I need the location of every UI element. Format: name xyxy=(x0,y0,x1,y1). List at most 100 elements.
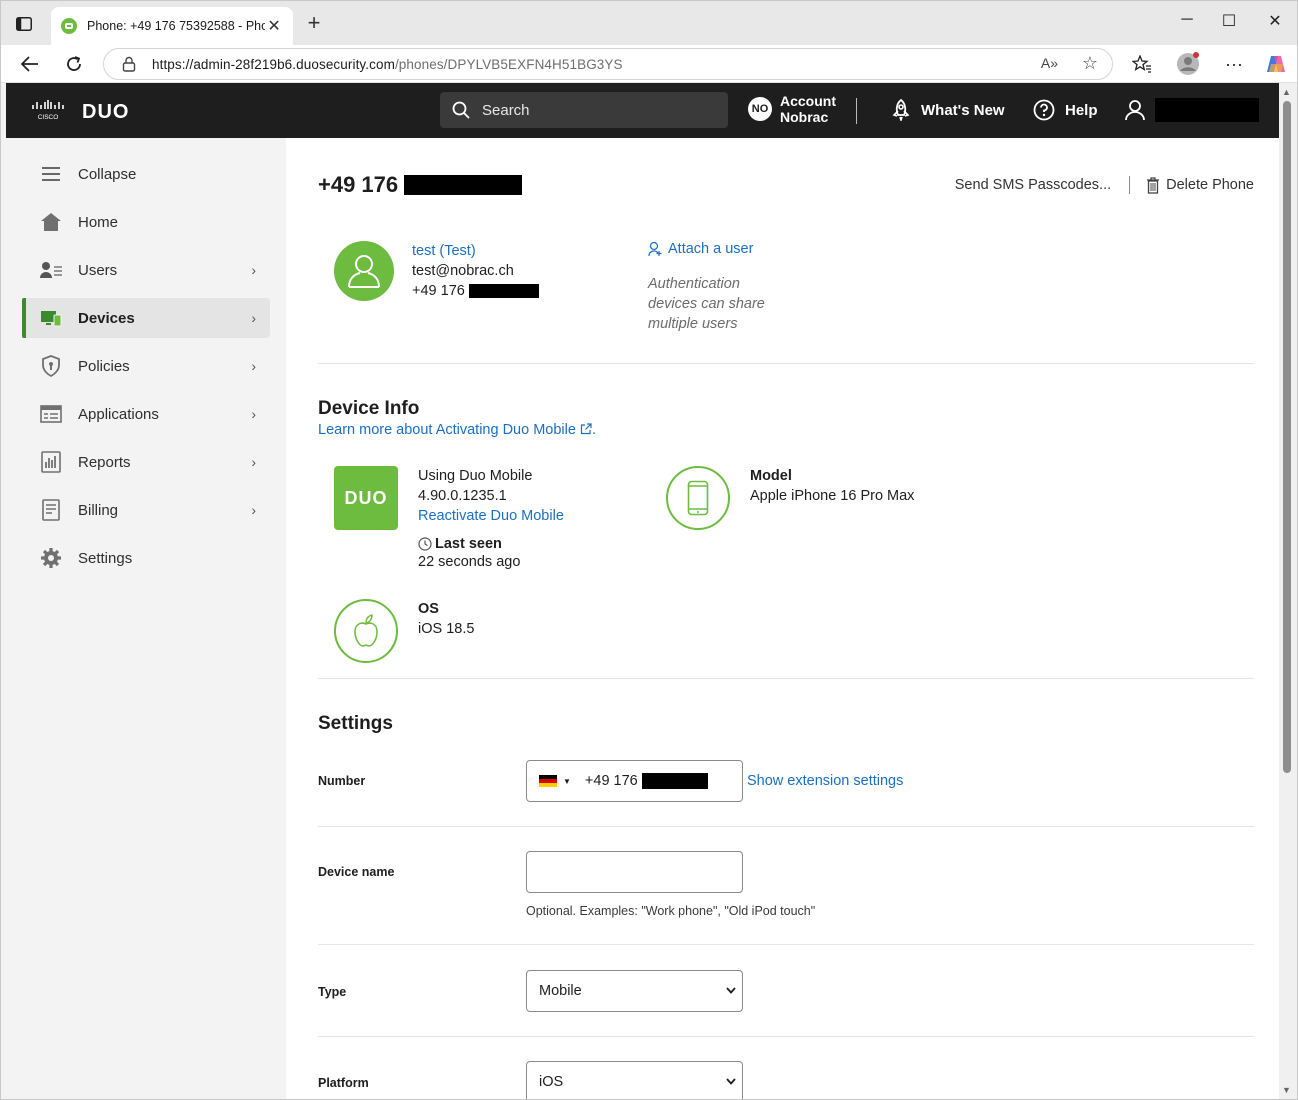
sidebar-item-reports[interactable]: Reports › xyxy=(22,442,270,482)
page-scrollbar[interactable]: ▲ ▼ xyxy=(1279,83,1297,1099)
phone-number-input[interactable]: ▼ +49 176 xyxy=(526,760,743,802)
url-path: /phones/DPYLVB5EXFN4H51BG3YS xyxy=(394,56,623,72)
home-icon xyxy=(40,211,62,233)
whats-new-button[interactable]: What's New xyxy=(891,99,1005,121)
show-extension-settings-link[interactable]: Show extension settings xyxy=(747,773,903,789)
redacted-phone-number xyxy=(404,175,523,195)
maximize-icon[interactable]: ☐ xyxy=(1217,11,1241,33)
favorite-star-icon[interactable]: ☆ xyxy=(1082,53,1098,74)
reports-icon xyxy=(40,451,62,473)
delete-phone-button[interactable]: Delete Phone xyxy=(1166,177,1254,193)
copilot-icon[interactable] xyxy=(1263,51,1289,77)
user-email: test@nobrac.ch xyxy=(412,263,514,279)
gear-icon xyxy=(40,547,62,569)
profile-avatar[interactable] xyxy=(1175,51,1201,77)
minimize-icon[interactable]: ─ xyxy=(1175,11,1199,33)
device-name-field[interactable] xyxy=(526,851,743,893)
sidebar-item-devices[interactable]: Devices › xyxy=(22,298,270,338)
sidebar-item-users[interactable]: Users › xyxy=(22,250,270,290)
sidebar-item-label: Reports xyxy=(78,453,131,471)
redacted-username xyxy=(1155,98,1259,122)
sidebar-item-applications[interactable]: Applications › xyxy=(22,394,270,434)
apple-icon xyxy=(334,599,398,663)
account-line2: Nobrac xyxy=(780,109,829,125)
sidebar-nav: Collapse Home Users › Devices › Policies… xyxy=(6,138,286,1099)
last-seen-value: 22 seconds ago xyxy=(418,554,521,570)
clock-icon xyxy=(418,537,432,551)
chevron-right-icon: › xyxy=(251,310,256,326)
user-menu-button[interactable] xyxy=(1125,98,1259,122)
read-aloud-icon[interactable]: A» xyxy=(1041,55,1058,71)
app-version: 4.90.0.1235.1 xyxy=(418,488,507,504)
new-tab-button[interactable]: + xyxy=(303,12,325,35)
attached-user: test (Test) test@nobrac.ch +49 176 xyxy=(412,241,539,301)
scroll-down-arrow-icon[interactable]: ▼ xyxy=(1282,1085,1291,1095)
os-label: OS xyxy=(418,601,439,617)
chevron-right-icon: › xyxy=(251,358,256,374)
sidebar-item-billing[interactable]: Billing › xyxy=(22,490,270,530)
account-name: Account Nobrac xyxy=(780,93,836,125)
model-value: Apple iPhone 16 Pro Max xyxy=(750,488,915,504)
search-box[interactable]: Search xyxy=(440,92,728,128)
favorites-icon[interactable] xyxy=(1129,51,1155,77)
chevron-down-icon xyxy=(726,985,736,997)
country-dropdown-arrow-icon[interactable]: ▼ xyxy=(563,777,571,786)
attach-user-label: Attach a user xyxy=(668,241,754,257)
tab-actions-icon[interactable] xyxy=(13,13,35,35)
sidebar-item-policies[interactable]: Policies › xyxy=(22,346,270,386)
duo-mobile-logo: DUO xyxy=(334,466,398,530)
shield-icon xyxy=(40,355,62,377)
scroll-up-arrow-icon[interactable]: ▲ xyxy=(1282,87,1291,97)
germany-flag-icon[interactable] xyxy=(539,775,557,787)
lock-icon[interactable] xyxy=(122,56,138,72)
search-label: Search xyxy=(482,101,530,119)
platform-select[interactable]: iOS xyxy=(526,1061,743,1099)
user-name-link[interactable]: test (Test) xyxy=(412,241,539,261)
sidebar-item-home[interactable]: Home xyxy=(22,202,270,242)
learn-more-link[interactable]: Learn more about Activating Duo Mobile . xyxy=(318,422,596,439)
app-info: Using Duo Mobile 4.90.0.1235.1 Reactivat… xyxy=(418,466,564,526)
reactivate-duo-mobile-link[interactable]: Reactivate Duo Mobile xyxy=(418,506,564,526)
platform-selected-value: iOS xyxy=(539,1074,564,1090)
chevron-down-icon xyxy=(726,1076,736,1088)
section-divider xyxy=(318,363,1254,364)
account-switcher[interactable]: NO Account Nobrac xyxy=(748,93,836,125)
type-select[interactable]: Mobile xyxy=(526,970,743,1012)
scrollbar-thumb[interactable] xyxy=(1283,101,1291,773)
address-bar[interactable]: https://admin-28f219b6.duosecurity.com/p… xyxy=(103,48,1113,80)
page-actions: Send SMS Passcodes... Delete Phone xyxy=(955,176,1254,194)
header-divider xyxy=(856,98,857,124)
attach-user-icon xyxy=(648,241,662,257)
more-options-icon[interactable]: ··· xyxy=(1221,51,1247,77)
send-sms-button[interactable]: Send SMS Passcodes... xyxy=(955,177,1111,193)
close-window-icon[interactable]: ✕ xyxy=(1263,11,1287,33)
help-button[interactable]: Help xyxy=(1033,99,1098,121)
duo-logo[interactable]: DUO xyxy=(82,101,129,124)
cisco-logo[interactable]: CISCO xyxy=(30,99,66,121)
learn-more-label: Learn more about Activating Duo Mobile xyxy=(318,422,576,438)
last-seen: Last seen 22 seconds ago xyxy=(418,535,520,571)
browser-tab-active[interactable]: Phone: +49 176 75392588 - Phone ✕ xyxy=(51,7,293,45)
back-arrow-icon[interactable] xyxy=(17,51,43,77)
reload-icon[interactable] xyxy=(61,51,87,77)
tab-title: Phone: +49 176 75392588 - Phone xyxy=(87,19,266,33)
main-content: +49 176 Send SMS Passcodes... Delete Pho… xyxy=(286,138,1279,1099)
close-tab-icon[interactable]: ✕ xyxy=(265,16,283,36)
user-phone-text: +49 176 xyxy=(412,283,465,299)
browser-toolbar: https://admin-28f219b6.duosecurity.com/p… xyxy=(1,45,1297,83)
url-text[interactable]: https://admin-28f219b6.duosecurity.com/p… xyxy=(152,57,623,72)
device-name-label: Device name xyxy=(318,865,395,879)
sidebar-item-label: Home xyxy=(78,213,119,231)
menu-icon xyxy=(40,163,62,185)
phone-title-text: +49 176 xyxy=(318,172,399,197)
sidebar-item-settings[interactable]: Settings xyxy=(22,538,270,578)
trash-icon[interactable] xyxy=(1146,176,1160,194)
sidebar-item-collapse[interactable]: Collapse xyxy=(22,154,270,194)
page-title: +49 176 xyxy=(318,172,523,198)
user-phone: +49 176 xyxy=(412,281,539,301)
attach-user-link[interactable]: Attach a user xyxy=(648,241,753,257)
learn-more-suffix: . xyxy=(591,422,596,438)
svg-text:CISCO: CISCO xyxy=(38,114,59,121)
device-name-hint: Optional. Examples: "Work phone", "Old i… xyxy=(526,904,816,918)
external-link-icon xyxy=(580,423,592,439)
